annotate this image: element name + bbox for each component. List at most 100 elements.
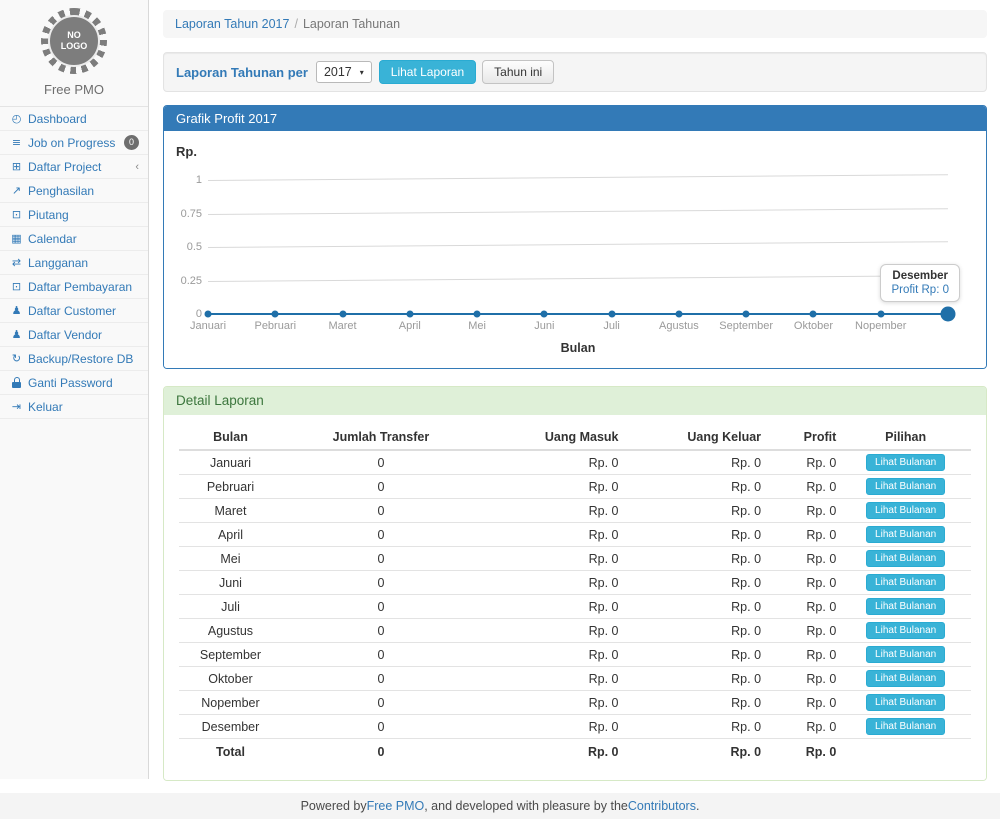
calendar-icon: ▦ xyxy=(9,232,24,245)
footer-contributors-link[interactable]: Contributors xyxy=(628,799,696,813)
view-monthly-button-pebruari[interactable]: Lihat Bulanan xyxy=(866,478,945,495)
x-tick-label: Januari xyxy=(190,320,226,332)
cell-uang_keluar: Rp. 0 xyxy=(623,667,766,691)
sidebar-item-calendar[interactable]: ▦Calendar xyxy=(0,227,148,251)
view-monthly-button-nopember[interactable]: Lihat Bulanan xyxy=(866,694,945,711)
sidebar-item-daftar-vendor[interactable]: ♟ Daftar Vendor xyxy=(0,323,148,347)
table-total-row: Total0Rp. 0Rp. 0Rp. 0 xyxy=(179,739,971,763)
view-monthly-button-maret[interactable]: Lihat Bulanan xyxy=(866,502,945,519)
sidebar-item-backup-restore-db[interactable]: ↻Backup/Restore DB xyxy=(0,347,148,371)
sidebar-item-label: Ganti Password xyxy=(28,376,113,390)
cell-uang_masuk: Rp. 0 xyxy=(480,547,623,571)
cell-bulan: Pebruari xyxy=(179,475,282,499)
chart-point-april[interactable] xyxy=(406,311,413,318)
cell-profit: Rp. 0 xyxy=(765,547,840,571)
sidebar-item-dashboard[interactable]: ◴Dashboard xyxy=(0,107,148,131)
cell-pilihan: Lihat Bulanan xyxy=(840,667,971,691)
chart-tooltip: Desember Profit Rp: 0 xyxy=(880,264,960,302)
view-monthly-button-juli[interactable]: Lihat Bulanan xyxy=(866,598,945,615)
sidebar-item-label: Keluar xyxy=(28,400,63,414)
cell-uang_keluar: Rp. 0 xyxy=(623,739,766,763)
chart-point-juni[interactable] xyxy=(541,311,548,318)
cell-jumlah_transfer: 0 xyxy=(282,571,480,595)
footer-text-suffix: . xyxy=(696,799,699,813)
cell-uang_masuk: Rp. 0 xyxy=(480,523,623,547)
cell-profit: Rp. 0 xyxy=(765,739,840,763)
sidebar-item-keluar[interactable]: ⇥ Keluar xyxy=(0,395,148,419)
cell-uang_masuk: Rp. 0 xyxy=(480,667,623,691)
logo-gear-ring: NO LOGO xyxy=(41,8,107,74)
column-header-jumlah-transfer: Jumlah Transfer xyxy=(282,425,480,450)
view-monthly-button-juni[interactable]: Lihat Bulanan xyxy=(866,574,945,591)
chart-point-maret[interactable] xyxy=(339,311,346,318)
detail-panel-body: BulanJumlah TransferUang MasukUang Kelua… xyxy=(164,415,986,780)
cell-pilihan: Lihat Bulanan xyxy=(840,523,971,547)
cell-uang_masuk: Rp. 0 xyxy=(480,571,623,595)
x-tick-label: Pebruari xyxy=(254,320,296,332)
year-select[interactable]: 2017 ▾ xyxy=(316,61,372,83)
x-tick-label: Maret xyxy=(328,320,356,332)
chart-point-agustus[interactable] xyxy=(675,311,682,318)
view-report-button[interactable]: Lihat Laporan xyxy=(379,60,476,84)
view-monthly-button-september[interactable]: Lihat Bulanan xyxy=(866,646,945,663)
sidebar-item-daftar-project[interactable]: ⊞Daftar Project‹ xyxy=(0,155,148,179)
breadcrumb-link-laporan-tahun[interactable]: Laporan Tahun 2017 xyxy=(175,17,289,31)
list-icon: ≡ xyxy=(9,136,24,149)
cell-bulan: September xyxy=(179,643,282,667)
table-row: Desember0Rp. 0Rp. 0Rp. 0Lihat Bulanan xyxy=(179,715,971,739)
page-footer: Powered by Free PMO , and developed with… xyxy=(0,793,1000,819)
cell-bulan: Mei xyxy=(179,547,282,571)
cell-uang_masuk: Rp. 0 xyxy=(480,619,623,643)
chart-point-mei[interactable] xyxy=(474,311,481,318)
sidebar-item-label: Dashboard xyxy=(28,112,87,126)
sign-out-icon: ⇥ xyxy=(9,400,24,413)
view-monthly-button-april[interactable]: Lihat Bulanan xyxy=(866,526,945,543)
view-monthly-button-desember[interactable]: Lihat Bulanan xyxy=(866,718,945,735)
cell-uang_keluar: Rp. 0 xyxy=(623,691,766,715)
cell-bulan: Januari xyxy=(179,450,282,475)
sidebar-item-daftar-customer[interactable]: ♟Daftar Customer xyxy=(0,299,148,323)
this-year-button[interactable]: Tahun ini xyxy=(482,60,554,84)
chart-point-desember[interactable] xyxy=(941,307,956,322)
sidebar-item-langganan[interactable]: ⇄Langganan xyxy=(0,251,148,275)
sidebar-item-label: Piutang xyxy=(28,208,69,222)
chart-point-september[interactable] xyxy=(743,311,750,318)
cell-bulan: Juli xyxy=(179,595,282,619)
sidebar-item-penghasilan[interactable]: ↗Penghasilan xyxy=(0,179,148,203)
view-monthly-button-januari[interactable]: Lihat Bulanan xyxy=(866,454,945,471)
report-filter-bar: Laporan Tahunan per 2017 ▾ Lihat Laporan… xyxy=(163,52,987,92)
chart-point-juli[interactable] xyxy=(608,311,615,318)
table-body: Januari0Rp. 0Rp. 0Rp. 0Lihat BulananPebr… xyxy=(179,450,971,762)
table-row: Maret0Rp. 0Rp. 0Rp. 0Lihat Bulanan xyxy=(179,499,971,523)
footer-text-middle: , and developed with pleasure by the xyxy=(424,799,628,813)
sidebar-item-job-on-progress[interactable]: ≡Job on Progress0 xyxy=(0,131,148,155)
y-tick-label: 0.75 xyxy=(164,208,202,220)
cell-bulan: April xyxy=(179,523,282,547)
chart-point-oktober[interactable] xyxy=(810,311,817,318)
cell-pilihan: Lihat Bulanan xyxy=(840,450,971,475)
gridline xyxy=(208,174,948,181)
brand-name: Free PMO xyxy=(0,78,148,106)
sidebar-item-label: Daftar Vendor xyxy=(28,328,102,342)
users-icon: ♟ xyxy=(9,328,24,341)
sidebar-item-piutang[interactable]: ⊡Piutang xyxy=(0,203,148,227)
sidebar-item-daftar-pembayaran[interactable]: ⊡Daftar Pembayaran xyxy=(0,275,148,299)
cell-uang_keluar: Rp. 0 xyxy=(623,475,766,499)
chart-point-januari[interactable] xyxy=(205,311,212,318)
cell-bulan: Oktober xyxy=(179,667,282,691)
footer-text-prefix: Powered by xyxy=(301,799,367,813)
cell-jumlah_transfer: 0 xyxy=(282,619,480,643)
cell-profit: Rp. 0 xyxy=(765,619,840,643)
footer-brand-link[interactable]: Free PMO xyxy=(367,799,425,813)
view-monthly-button-oktober[interactable]: Lihat Bulanan xyxy=(866,670,945,687)
cell-bulan: Nopember xyxy=(179,691,282,715)
column-header-uang-keluar: Uang Keluar xyxy=(623,425,766,450)
chart-point-nopember[interactable] xyxy=(877,311,884,318)
view-monthly-button-agustus[interactable]: Lihat Bulanan xyxy=(866,622,945,639)
chart-point-pebruari[interactable] xyxy=(272,311,279,318)
cell-uang_keluar: Rp. 0 xyxy=(623,643,766,667)
cell-uang_masuk: Rp. 0 xyxy=(480,715,623,739)
table-row: April0Rp. 0Rp. 0Rp. 0Lihat Bulanan xyxy=(179,523,971,547)
sidebar-item-ganti-password[interactable]: Ganti Password xyxy=(0,371,148,395)
view-monthly-button-mei[interactable]: Lihat Bulanan xyxy=(866,550,945,567)
